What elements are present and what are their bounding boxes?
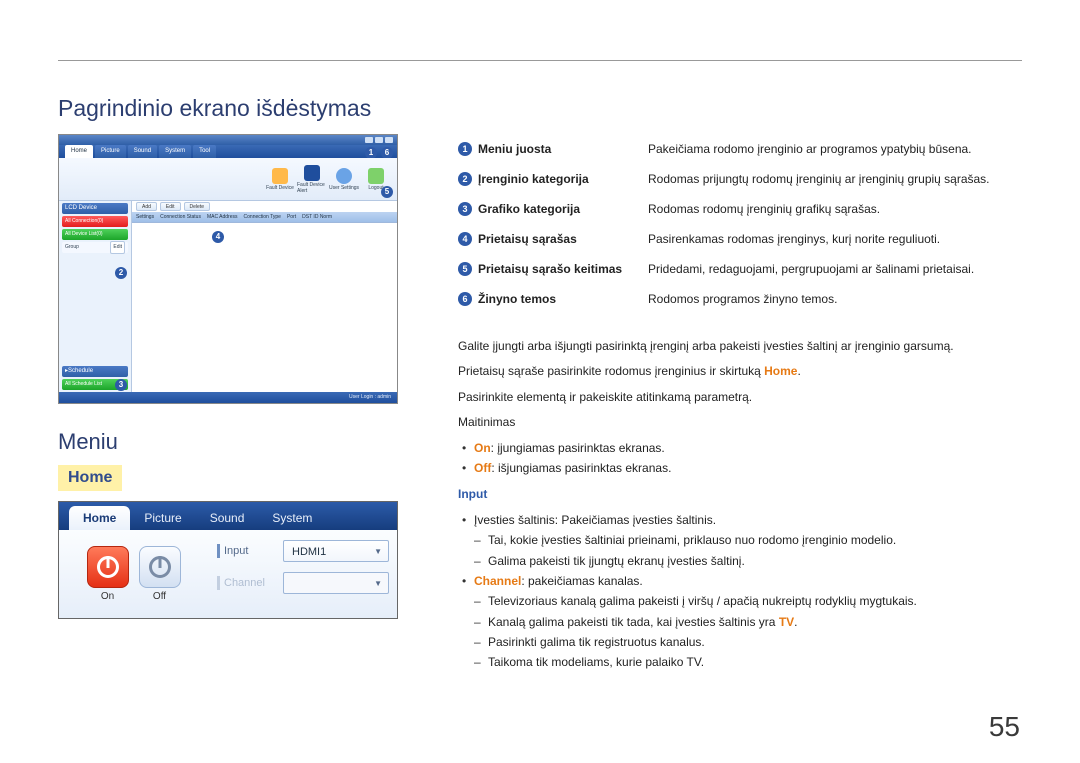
legend-num-5: 5 — [458, 262, 472, 276]
page-title: Pagrindinio ekrano išdėstymas — [58, 95, 1022, 122]
section-meniu: Meniu — [58, 429, 398, 455]
app2-tab-picture[interactable]: Picture — [130, 506, 195, 530]
main-columns: Settings Connection Status MAC Address C… — [132, 212, 397, 223]
sidebar-row-allconn[interactable]: All Connection(0) — [62, 216, 128, 227]
legend-num-2: 2 — [458, 172, 472, 186]
app-screenshot-home: Home Picture Sound System On Off — [58, 501, 398, 619]
menu-bar: Home Picture Sound System Tool 1 6 — [59, 145, 397, 158]
toolbar-user-settings[interactable]: User Settings — [329, 160, 359, 198]
legend-num-4: 4 — [458, 232, 472, 246]
callout-4: 4 — [212, 231, 224, 243]
tab-picture[interactable]: Picture — [95, 145, 126, 158]
status-bar: User Login : admin — [59, 392, 397, 403]
btn-add[interactable]: Add — [136, 202, 157, 211]
main-toolbar: Add Edit Delete — [132, 201, 397, 212]
callout-2: 2 — [115, 267, 127, 279]
titlebar — [59, 135, 397, 145]
channel-select — [283, 572, 389, 594]
callout-3: 3 — [115, 379, 127, 391]
main-panel: Add Edit Delete Settings Connection Stat… — [132, 201, 397, 392]
power-on-button[interactable] — [87, 546, 129, 588]
meniu-body: Galite įjungti arba išjungti pasirinktą … — [458, 336, 1022, 673]
toolbar: Fault Device Fault Device Alert User Set… — [59, 158, 397, 201]
power-off-label: Off — [153, 591, 166, 602]
tab-system[interactable]: System — [159, 145, 191, 158]
app2-tab-sound[interactable]: Sound — [196, 506, 259, 530]
header-rule — [58, 60, 1022, 61]
app-screenshot-main: Home Picture Sound System Tool 1 6 Fault… — [58, 134, 398, 404]
legend-num-1: 1 — [458, 142, 472, 156]
legend-num-3: 3 — [458, 202, 472, 216]
legend-num-6: 6 — [458, 292, 472, 306]
btn-edit[interactable]: Edit — [160, 202, 181, 211]
tab-home[interactable]: Home — [65, 145, 93, 158]
power-on-label: On — [101, 591, 114, 602]
sidebar-row-alldev[interactable]: All Device List(0) — [62, 229, 128, 240]
sidebar-schedule-header[interactable]: ▸ Schedule — [62, 366, 128, 377]
input-label: Input — [217, 544, 277, 558]
tab-sound[interactable]: Sound — [128, 145, 157, 158]
app2-tab-system[interactable]: System — [258, 506, 326, 530]
btn-delete[interactable]: Delete — [184, 202, 210, 211]
legend-table: 1Meniu juostaPakeičiama rodomo įrenginio… — [458, 134, 1022, 314]
toolbar-fault-device[interactable]: Fault Device — [265, 160, 295, 198]
sub-home: Home — [58, 465, 122, 491]
sidebar: LCD Device All Connection(0) All Device … — [59, 201, 132, 392]
page-number: 55 — [989, 711, 1020, 743]
toolbar-fault-alert[interactable]: Fault Device Alert — [297, 160, 327, 198]
callout-5: 5 — [381, 186, 393, 198]
power-off-button[interactable] — [139, 546, 181, 588]
sidebar-lcd-header[interactable]: LCD Device — [62, 203, 128, 214]
channel-label: Channel — [217, 576, 277, 590]
input-select[interactable]: HDMI1 — [283, 540, 389, 562]
sidebar-row-group[interactable]: Group Edit — [62, 242, 128, 253]
app2-tab-home[interactable]: Home — [69, 506, 130, 530]
tab-tool[interactable]: Tool — [193, 145, 216, 158]
